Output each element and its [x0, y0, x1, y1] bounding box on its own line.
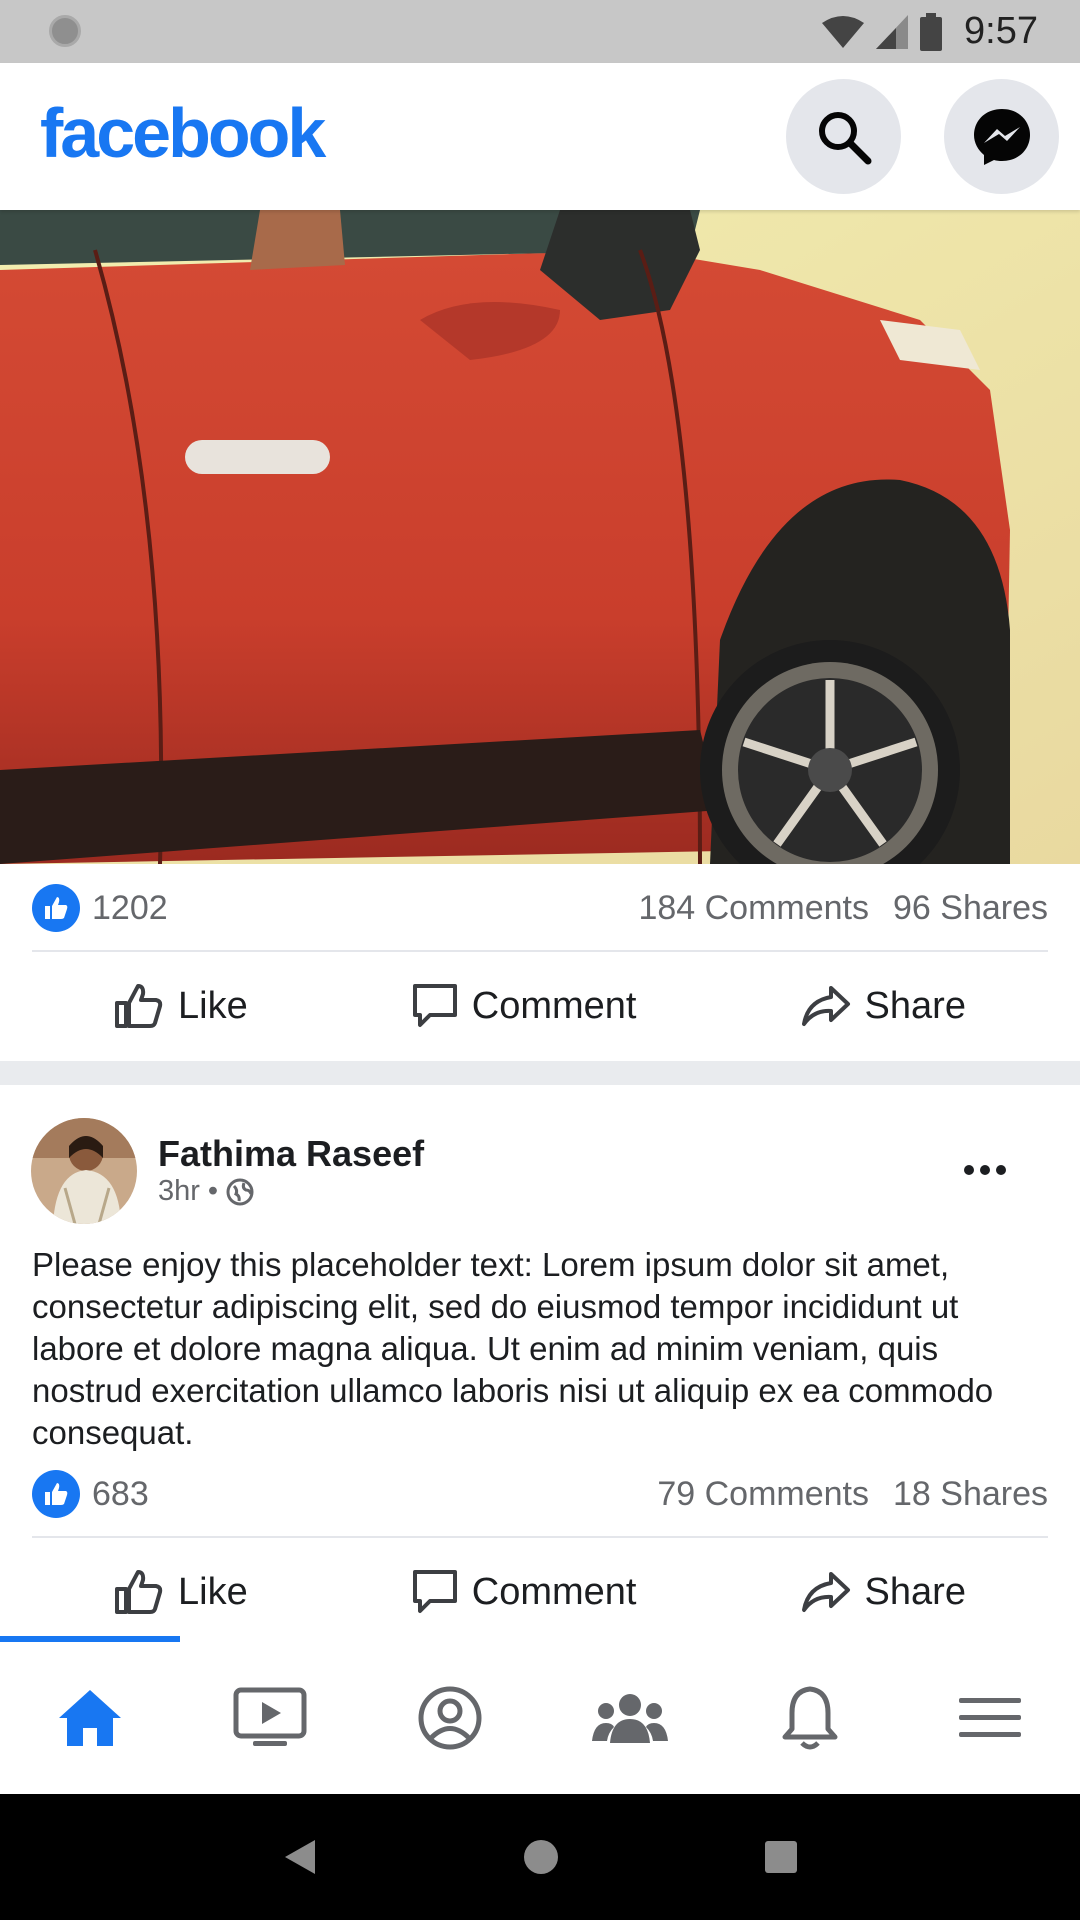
comment-count[interactable]: 79 Comments [657, 1475, 869, 1514]
like-label: Like [178, 984, 248, 1027]
post-text: Please enjoy this placeholder text: Lore… [32, 1246, 994, 1451]
back-icon[interactable] [283, 1838, 317, 1876]
like-button[interactable]: Like [114, 1569, 248, 1615]
comment-icon [412, 984, 457, 1027]
like-reaction-icon [32, 1470, 80, 1518]
post-meta: 3hr • [158, 1175, 254, 1208]
divider [32, 950, 1048, 952]
menu-icon [959, 1698, 1021, 1737]
tab-home[interactable] [0, 1642, 180, 1794]
status-indicator-icon [49, 15, 81, 47]
share-label: Share [864, 1570, 966, 1613]
comment-label: Comment [471, 1570, 637, 1613]
app-header: facebook [0, 63, 1080, 210]
comment-label: Comment [471, 984, 637, 1027]
tab-notifications[interactable] [720, 1642, 900, 1794]
divider [32, 1536, 1048, 1538]
author-name[interactable]: Fathima Raseef [158, 1133, 424, 1175]
notifications-icon [782, 1686, 838, 1750]
like-reaction-icon [32, 884, 80, 932]
like-label: Like [178, 1570, 248, 1613]
like-count[interactable]: 1202 [92, 889, 168, 928]
more-dot-icon [980, 1165, 990, 1175]
status-bar: 9:57 [0, 0, 1080, 63]
like-button[interactable]: Like [114, 983, 248, 1029]
share-icon [801, 1572, 850, 1612]
wifi-icon [822, 15, 865, 48]
post-actions: Like Comment Share [32, 958, 1048, 1054]
meta-separator: • [207, 1175, 219, 1207]
share-icon [801, 986, 850, 1026]
search-button[interactable] [786, 79, 901, 194]
tab-watch[interactable] [180, 1642, 360, 1794]
post-stats: 683 79 Comments 18 Shares [32, 1464, 1048, 1524]
share-button[interactable]: Share [801, 985, 966, 1028]
globe-icon [226, 1178, 254, 1205]
battery-icon [920, 12, 943, 51]
home-circle-icon[interactable] [523, 1839, 559, 1875]
home-icon [59, 1690, 121, 1746]
thumbs-up-icon [115, 1570, 163, 1614]
facebook-logo[interactable]: facebook [40, 93, 326, 173]
recents-icon[interactable] [765, 1841, 797, 1873]
status-time: 9:57 [964, 10, 1038, 52]
share-button[interactable]: Share [801, 1571, 966, 1614]
share-count[interactable]: 96 Shares [893, 889, 1048, 928]
tab-groups[interactable] [540, 1642, 720, 1794]
watch-icon [233, 1687, 307, 1746]
feed-separator [0, 1061, 1080, 1085]
status-icons: 9:57 [822, 0, 1038, 63]
post-stats: 1202 184 Comments 96 Shares [32, 878, 1048, 938]
groups-icon [592, 1694, 668, 1743]
tab-profile[interactable] [360, 1642, 540, 1794]
avatar[interactable] [31, 1118, 137, 1224]
system-nav-bar [0, 1794, 1080, 1920]
post-actions: Like Comment Share [32, 1544, 1048, 1640]
more-dot-icon [996, 1165, 1006, 1175]
thumbs-up-icon [115, 984, 163, 1028]
messenger-icon [973, 108, 1030, 165]
like-count[interactable]: 683 [92, 1475, 149, 1514]
comment-button[interactable]: Comment [412, 983, 637, 1029]
comment-icon [412, 1570, 457, 1613]
more-options-button[interactable] [960, 1150, 1010, 1190]
profile-icon [418, 1686, 482, 1750]
messenger-button[interactable] [944, 79, 1059, 194]
author-photo [31, 1118, 137, 1224]
share-count[interactable]: 18 Shares [893, 1475, 1048, 1514]
share-label: Share [864, 984, 966, 1027]
post-time[interactable]: 3hr [158, 1175, 200, 1208]
more-dot-icon [964, 1165, 974, 1175]
car-photo [0, 210, 1080, 864]
comment-count[interactable]: 184 Comments [638, 889, 869, 928]
comment-button[interactable]: Comment [412, 1569, 637, 1615]
bottom-nav [0, 1642, 1080, 1794]
post-image[interactable] [0, 210, 1080, 864]
signal-icon [876, 14, 909, 49]
tab-menu[interactable] [900, 1642, 1080, 1794]
search-icon [818, 111, 871, 164]
